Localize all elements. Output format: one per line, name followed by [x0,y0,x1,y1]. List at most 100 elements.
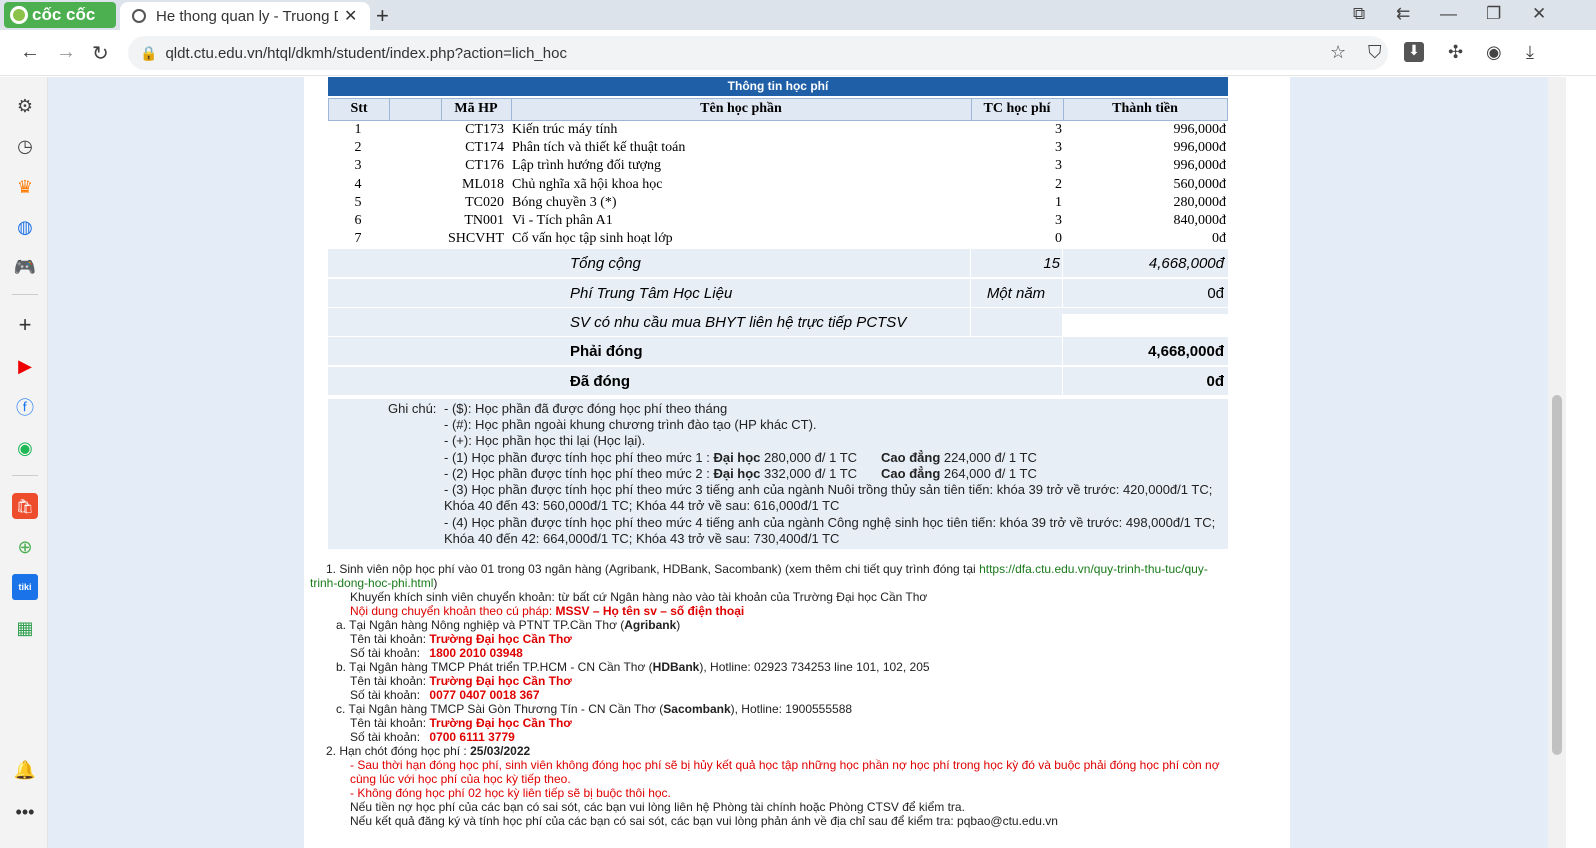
col-name: Tên học phần [700,101,782,116]
url-text: qldt.ctu.edu.vn/htql/dkmh/student/index.… [165,44,567,62]
cell-name: Bóng chuyền 3 (*) [512,194,617,210]
cell-code: SHCVHT [447,231,504,247]
total-amount: 4,668,000đ [1148,255,1224,272]
hdbank-acc-no: Số tài khoản: 0077 0407 0018 367 [350,688,540,702]
more-options-icon[interactable]: ••• [12,799,38,825]
youtube-icon[interactable]: ▶ [12,353,38,379]
tab-search-icon[interactable]: ⇇ [1396,4,1410,24]
col-credits: TC học phí [983,101,1051,116]
forward-button[interactable]: → [56,41,76,64]
cell-stt: 3 [354,158,362,174]
coccoc-logo[interactable]: cốc cốc [4,2,116,28]
col-stt: Stt [350,101,368,116]
browser-tab[interactable]: He thong quan ly - Truong D ✕ [120,2,370,30]
minimize-button[interactable]: — [1440,4,1457,24]
extensions-icon[interactable]: ✣ [1448,42,1463,63]
total-row: Tổng cộng 15 4,668,000đ [328,249,1228,277]
sidebar-divider [12,294,38,295]
hdbank-acc-name: Tên tài khoản: Trường Đại học Cần Thơ [350,674,572,688]
sidebar: ⚙ ◷ ♛ ◍ 🎮 + ▶ ⓕ ◉ 🛍 ⊕ tiki ▦ 🔔 ••• [0,77,48,848]
table-row: 5 TC020 Bóng chuyền 3 (*) 1 280,000đ [328,195,1228,213]
game-controller-icon[interactable]: 🎮 [12,254,38,280]
agribank-line: a. Tại Ngân hàng Nông nghiệp và PTNT TP.… [336,618,681,632]
savior-download-icon[interactable]: ⬇ [1404,42,1424,62]
cell-amount: 0đ [1212,231,1226,247]
cell-code: ML018 [462,176,504,192]
cell-amount: 840,000đ [1173,213,1227,228]
cell-name: Vi - Tích phân A1 [512,213,613,228]
facebook-icon[interactable]: ⓕ [12,394,38,420]
insurance-row: SV có nhu cầu mua BHYT liên hệ trực tiếp… [328,308,1228,342]
cell-amount: 996,000đ [1173,158,1227,174]
cell-credits: 3 [1055,140,1062,156]
spreadsheet-icon[interactable]: ▦ [12,615,38,641]
must-pay-row: Phải đóng 4,668,000đ [328,337,1228,365]
fee-title: Thông tin học phí [328,77,1228,96]
crown-icon[interactable]: ♛ [12,174,38,200]
tab-bar: cốc cốc He thong quan ly - Truong D ✕ + … [0,0,1596,30]
page-scrollbar[interactable] [1548,77,1566,848]
table-row: 7 SHCVHT Cố vấn học tập sinh hoạt lớp 0 0đ [328,231,1228,249]
transfer-encourage: Khuyến khích sinh viên chuyển khoản: từ … [350,590,928,604]
cell-amount: 280,000đ [1173,194,1227,210]
debt-contact: Nếu tiền nợ học phí của các bạn có sai s… [350,800,965,814]
notes-box: Ghi chú: - ($): Học phần đã được đóng họ… [328,399,1228,549]
cell-amount: 996,000đ [1173,140,1227,156]
bookmark-star-icon[interactable]: ☆ [1330,42,1346,63]
shield-icon[interactable]: ⛉ [1368,42,1382,63]
web-content: Thông tin học phí Stt Mã HP Tên học phần… [48,77,1548,848]
must-pay-amount: 4,668,000đ [1148,343,1224,360]
note-7: - (4) Học phần được tính học phí theo mứ… [444,515,1216,547]
profile-icon[interactable]: ◉ [1486,42,1502,63]
cell-stt: 5 [354,194,362,210]
coccoc-map-icon[interactable]: ⊕ [12,534,38,560]
procedure-link[interactable]: https://dfa.ctu.edu.vn/quy-trinh-thu-tuc… [979,562,1208,576]
note-3: - (+): Học phần học thi lại (Học lại). [444,433,646,448]
cell-code: CT176 [465,158,504,174]
scrollbar-thumb[interactable] [1552,395,1562,755]
tiki-icon[interactable]: tiki [12,574,38,600]
note-1: - ($): Học phần đã được đóng học phí the… [444,401,728,416]
note-4: - (1) Học phần được tính học phí theo mứ… [444,450,1037,465]
cell-amount: 560,000đ [1173,176,1227,192]
address-bar[interactable]: 🔒 qldt.ctu.edu.vn/htql/dkmh/student/inde… [128,36,1388,70]
table-row: 6 TN001 Vi - Tích phân A1 3 840,000đ [328,213,1228,231]
cell-code: CT173 [465,122,504,137]
material-period: Một năm [986,285,1046,302]
sacombank-acc-name: Tên tài khoản: Trường Đại học Cần Thơ [350,716,572,730]
close-window-button[interactable]: ✕ [1532,4,1546,24]
messenger-icon[interactable]: ◍ [12,214,38,240]
col-code: Mã HP [454,101,498,116]
screen-capture-icon[interactable]: ⧉ [1353,4,1365,24]
agribank-acc-no: Số tài khoản: 1800 2010 03948 [350,646,523,660]
history-icon[interactable]: ◷ [12,133,38,159]
cell-stt: 4 [354,176,362,192]
cell-credits: 0 [1055,231,1062,247]
cell-credits: 3 [1055,122,1062,137]
lock-icon: 🔒 [140,44,158,61]
add-app-icon[interactable]: + [12,312,38,338]
spotify-icon[interactable]: ◉ [12,435,38,461]
deadline-warning: - Sau thời hạn đóng học phí, sinh viên k… [350,758,1220,772]
table-row: 3 CT176 Lập trình hướng đối tượng 3 996,000đ [328,158,1228,176]
globe-icon [132,9,146,23]
table-row: 2 CT174 Phân tích và thiết kế thuật toán 3 9… [328,140,1228,158]
hdbank-line: b. Tại Ngân hàng TMCP Phát triển TP.HCM … [336,660,930,674]
shopee-icon[interactable]: 🛍 [12,493,38,519]
back-button[interactable]: ← [20,41,40,64]
new-tab-button[interactable]: + [376,3,389,29]
material-fee-row: Phí Trung Tâm Học Liệu Một năm 0đ [328,279,1228,307]
page-panel: Thông tin học phí Stt Mã HP Tên học phần… [304,77,1290,848]
cell-stt: 7 [354,231,362,247]
notification-bell-icon[interactable]: 🔔 [12,757,38,783]
bank-intro-cont: trinh-dong-hoc-phi.html) [310,576,438,590]
downloads-icon[interactable]: ⤓ [1526,42,1534,63]
reload-button[interactable]: ↻ [92,41,109,66]
close-tab-icon[interactable]: ✕ [344,6,357,26]
cell-credits: 3 [1055,158,1062,174]
cell-amount: 996,000đ [1173,122,1227,137]
restore-button[interactable]: ❐ [1486,4,1501,24]
must-pay-label: Phải đóng [570,343,643,360]
paid-amount: 0đ [1206,373,1224,390]
settings-icon[interactable]: ⚙ [12,93,38,119]
